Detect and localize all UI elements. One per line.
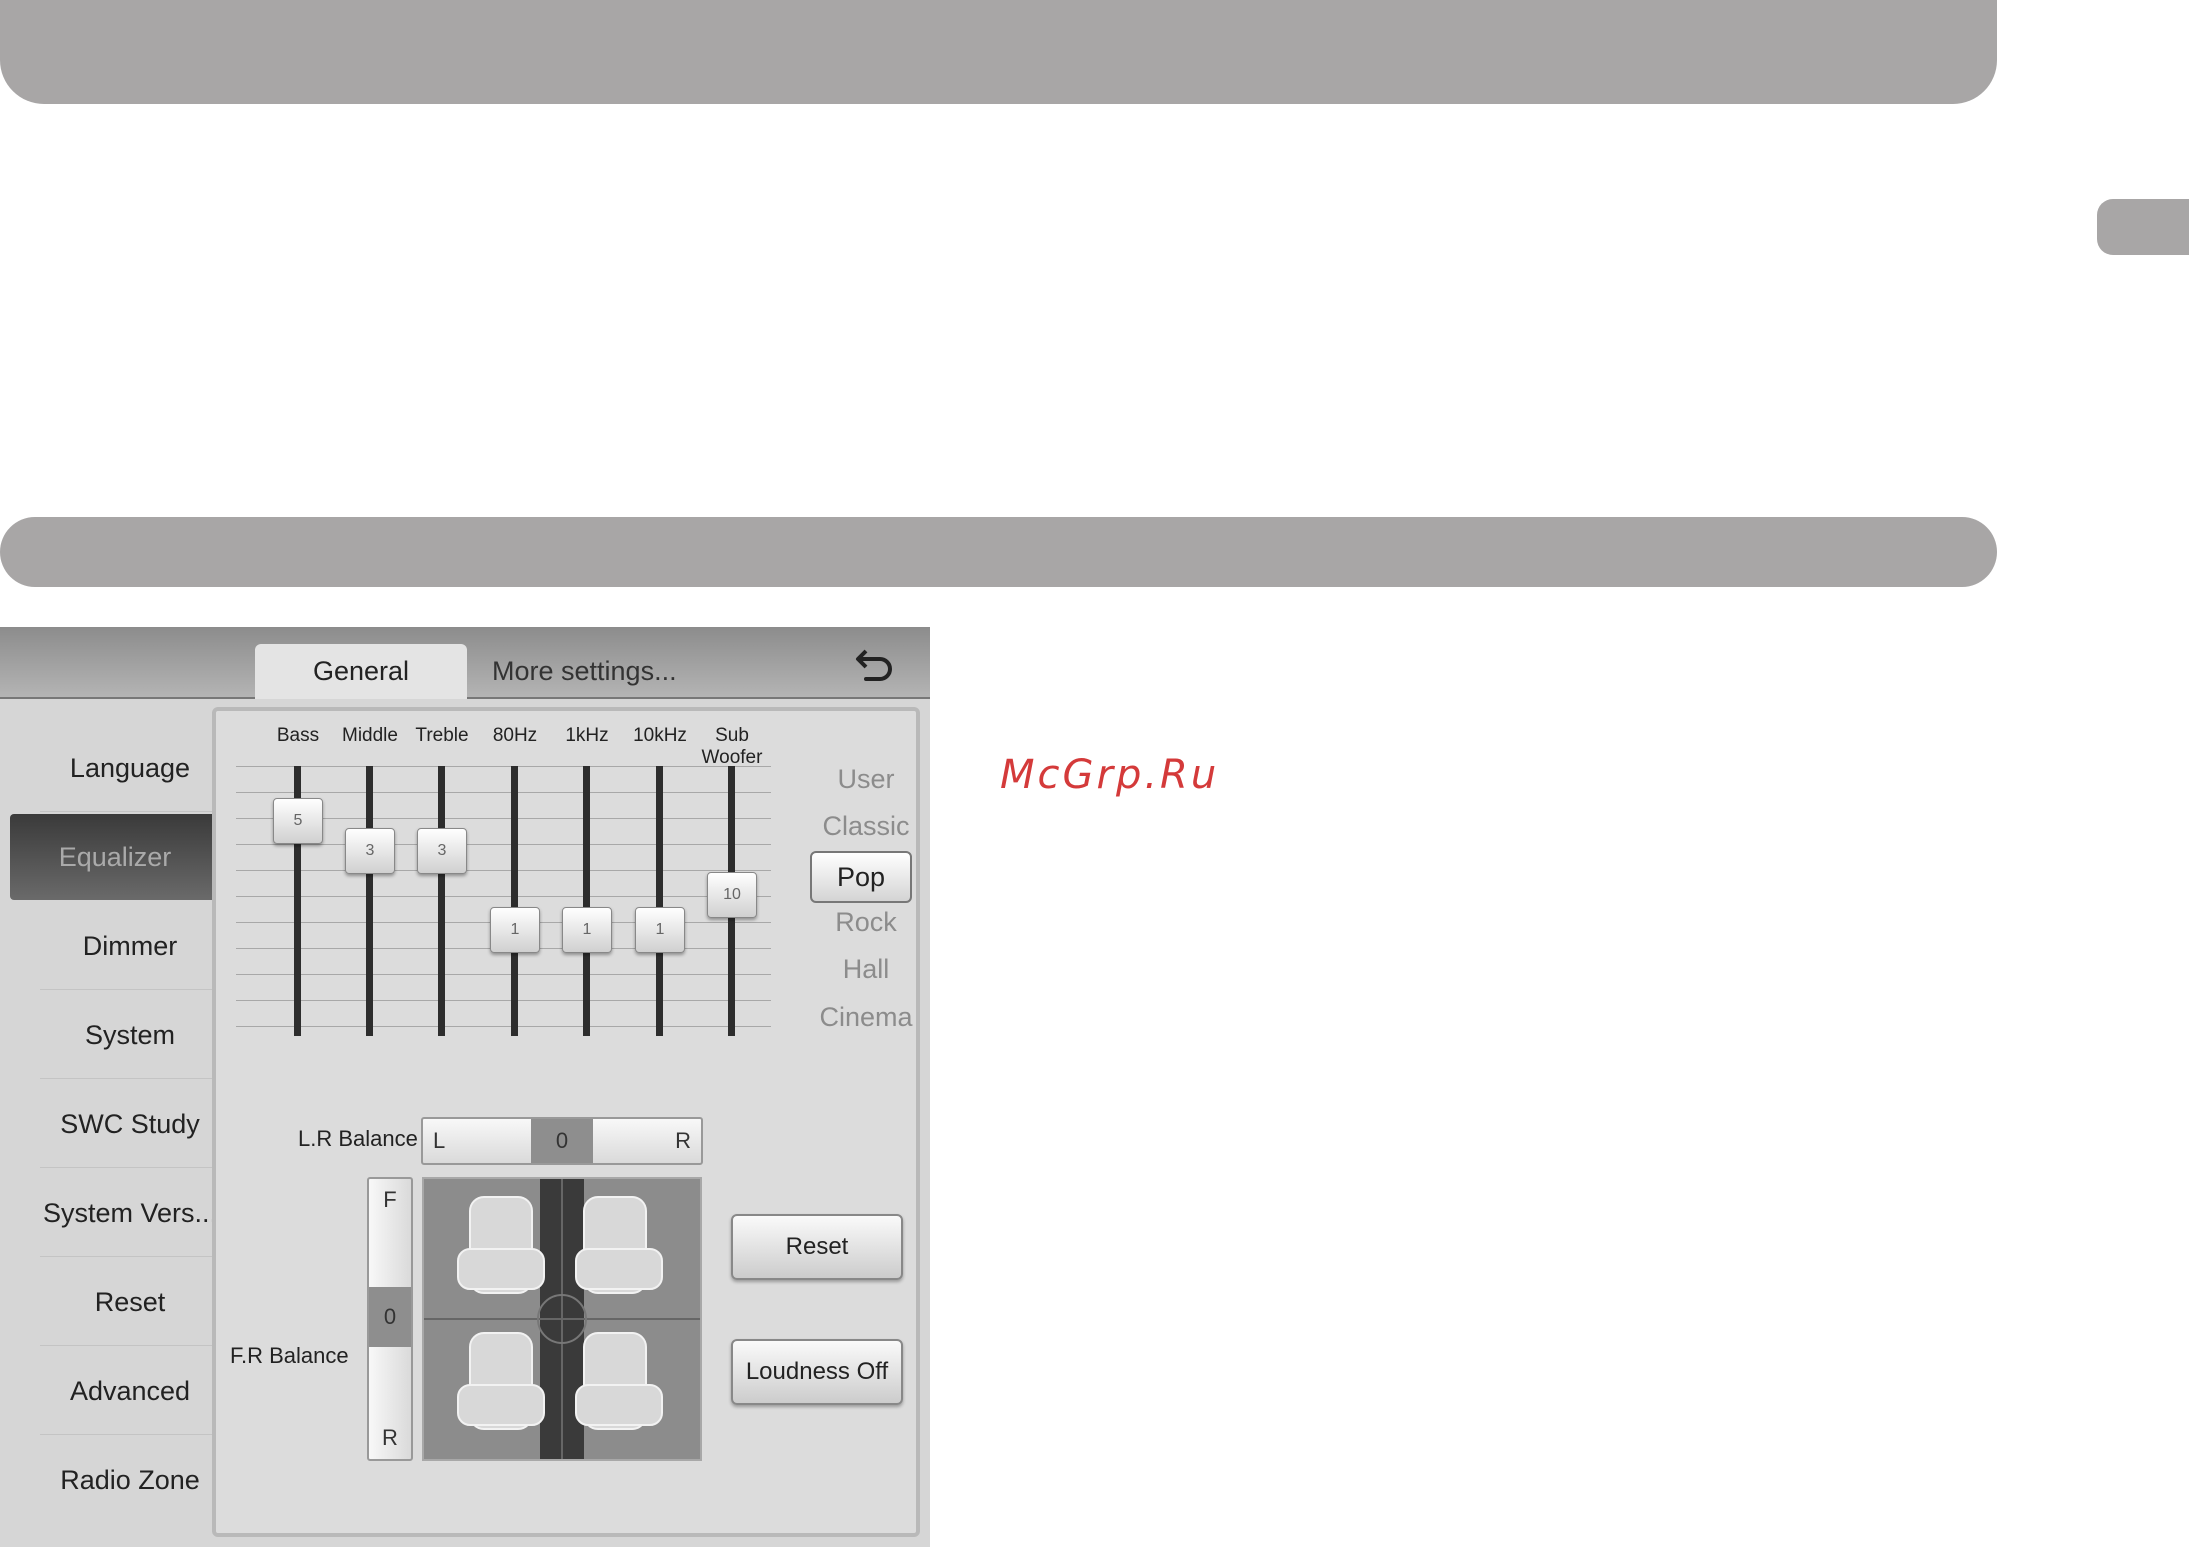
band-slider-10khz[interactable]: 1	[635, 907, 685, 953]
band-track-10khz[interactable]	[656, 766, 663, 1036]
sidebar-item-system[interactable]: System	[40, 992, 220, 1079]
sidebar-item-equalizer[interactable]: Equalizer	[10, 814, 220, 900]
fr-rear-label: R	[382, 1425, 398, 1450]
sidebar-item-language[interactable]: Language	[40, 725, 220, 812]
band-label-bass: Bass	[276, 725, 320, 746]
preset-classic[interactable]: Classic	[811, 811, 921, 842]
watermark: McGrp.Ru	[1000, 752, 1220, 798]
band-label-1khz: 1kHz	[565, 725, 609, 746]
band-slider-treble[interactable]: 3	[417, 828, 467, 874]
sidebar-item-system-version[interactable]: System Vers...	[40, 1170, 220, 1257]
lr-right-label: R	[675, 1128, 691, 1153]
equalizer-settings-screen: General More settings... Language Equali…	[0, 627, 930, 1547]
tab-more-settings[interactable]: More settings...	[492, 644, 677, 699]
band-slider-bass[interactable]: 5	[273, 798, 323, 844]
preset-pop[interactable]: Pop	[810, 851, 912, 903]
fr-balance-handle[interactable]: 0	[369, 1287, 411, 1347]
fr-balance-slider[interactable]: F 0 R	[367, 1177, 413, 1461]
loudness-toggle-button[interactable]: Loudness Off	[731, 1339, 903, 1405]
band-track-treble[interactable]	[438, 766, 445, 1036]
equalizer-panel: Bass Middle Treble 80Hz 1kHz 10kHz Sub W…	[212, 707, 920, 1537]
band-label-middle: Middle	[342, 725, 398, 746]
settings-sidebar: Language Equalizer Dimmer System SWC Stu…	[10, 707, 220, 1537]
lr-left-label: L	[433, 1128, 446, 1153]
preset-cinema[interactable]: Cinema	[811, 1002, 921, 1033]
fr-front-label: F	[383, 1187, 397, 1212]
car-seats-image	[424, 1179, 700, 1459]
sidebar-item-swc-study[interactable]: SWC Study	[40, 1081, 220, 1168]
band-label-treble: Treble	[415, 725, 469, 746]
sidebar-item-advanced[interactable]: Advanced	[40, 1348, 220, 1435]
band-label-10khz: 10kHz	[633, 725, 687, 746]
top-tab-bar: General More settings...	[0, 627, 930, 699]
band-slider-middle[interactable]: 3	[345, 828, 395, 874]
header-bar	[0, 0, 1997, 104]
band-slider-subwoofer[interactable]: 10	[707, 872, 757, 918]
section-bar	[0, 517, 1997, 587]
tab-general[interactable]: General	[255, 644, 467, 699]
fr-balance-label: F.R Balance	[230, 1343, 349, 1368]
preset-user[interactable]: User	[811, 764, 921, 795]
band-label-80hz: 80Hz	[492, 725, 538, 746]
page-side-tab	[2097, 199, 2189, 255]
band-slider-1khz[interactable]: 1	[562, 907, 612, 953]
sidebar-item-radio-zone[interactable]: Radio Zone	[40, 1437, 220, 1523]
band-label-subwoofer: Sub Woofer	[701, 725, 763, 768]
band-track-80hz[interactable]	[511, 766, 518, 1036]
band-track-middle[interactable]	[366, 766, 373, 1036]
back-icon[interactable]	[852, 643, 896, 687]
band-slider-80hz[interactable]: 1	[490, 907, 540, 953]
car-seat-balance-map[interactable]	[422, 1177, 702, 1461]
preset-rock[interactable]: Rock	[811, 907, 921, 938]
preset-hall[interactable]: Hall	[811, 954, 921, 985]
sidebar-item-dimmer[interactable]: Dimmer	[40, 903, 220, 990]
lr-balance-handle[interactable]: 0	[531, 1119, 593, 1163]
sidebar-item-reset[interactable]: Reset	[40, 1259, 220, 1346]
lr-balance-slider[interactable]: L 0 R	[421, 1117, 703, 1165]
lr-balance-label: L.R Balance	[298, 1126, 418, 1151]
band-track-1khz[interactable]	[583, 766, 590, 1036]
reset-button[interactable]: Reset	[731, 1214, 903, 1280]
